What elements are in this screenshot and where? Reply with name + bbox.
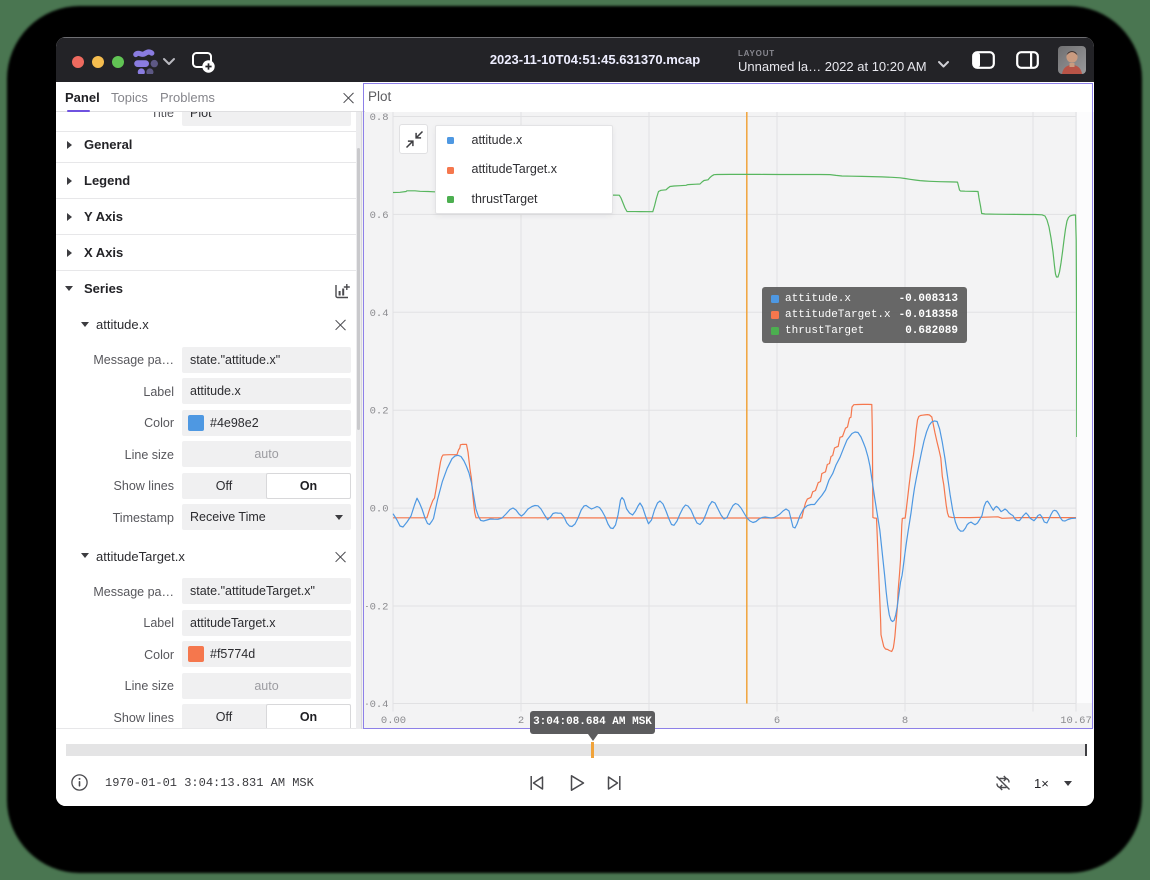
svg-text:0.6: 0.6 (370, 210, 389, 222)
svg-text:0.8: 0.8 (370, 112, 389, 124)
svg-text:0.0: 0.0 (370, 504, 389, 516)
svg-text:0.4: 0.4 (370, 308, 389, 320)
svg-text:0.00: 0.00 (381, 715, 406, 727)
svg-text:8: 8 (902, 715, 908, 727)
svg-text:6: 6 (774, 715, 780, 727)
svg-text:2: 2 (518, 715, 524, 727)
svg-text:0.2: 0.2 (370, 406, 389, 418)
svg-text:-0.4: -0.4 (366, 699, 389, 711)
svg-text:-0.2: -0.2 (366, 602, 389, 614)
svg-text:10.67: 10.67 (1060, 715, 1092, 727)
